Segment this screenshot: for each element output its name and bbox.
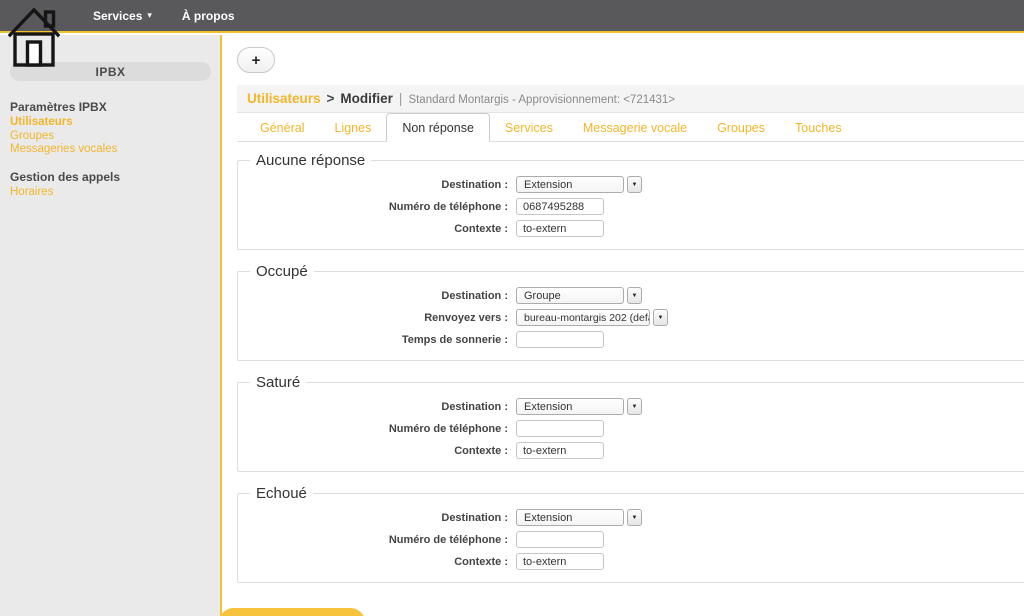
form-row: Numéro de téléphone : — [248, 419, 1024, 438]
destination-select[interactable]: Extension▼ — [516, 176, 642, 193]
tab-services[interactable]: Services — [490, 114, 568, 141]
field-label: Temps de sonnerie : — [248, 334, 516, 346]
tab-messagerie-vocale[interactable]: Messagerie vocale — [568, 114, 702, 141]
sidebar-section-heading: Gestion des appels — [10, 170, 210, 184]
fieldset-congestion: SaturéDestination :Extension▼Numéro de t… — [237, 374, 1024, 472]
field-label: Renvoyez vers : — [248, 312, 516, 324]
tab-touches[interactable]: Touches — [780, 114, 857, 141]
sidebar-item-groupes[interactable]: Groupes — [10, 130, 210, 144]
field-label: Contexte : — [248, 445, 516, 457]
chevron-down-icon: ▼ — [627, 509, 642, 526]
nav-item-services[interactable]: Services ▾ — [78, 0, 167, 31]
form-area: Aucune réponseDestination :Extension▼Num… — [237, 152, 1024, 583]
fieldset-legend: Aucune réponse — [250, 152, 371, 169]
form-row: Destination :Groupe▼ — [248, 286, 1024, 305]
breadcrumb-section-link[interactable]: Utilisateurs — [247, 91, 321, 106]
sidebar-sections: Paramètres IPBX UtilisateursGroupesMessag… — [0, 81, 220, 199]
form-row: Numéro de téléphone : — [248, 197, 1024, 216]
destination-select[interactable]: Groupe▼ — [516, 287, 642, 304]
select-value: bureau-montargis 202 (default) — [516, 309, 650, 326]
fieldset-legend: Saturé — [250, 374, 306, 391]
context-input[interactable] — [516, 442, 604, 459]
add-button[interactable]: + — [237, 47, 275, 73]
home-logo-icon[interactable] — [8, 5, 60, 67]
main-content: + Utilisateurs > Modifier | Standard Mon… — [222, 35, 1024, 616]
field-label: Numéro de téléphone : — [248, 201, 516, 213]
chevron-down-icon: ▼ — [627, 398, 642, 415]
field-label: Contexte : — [248, 556, 516, 568]
tab-bar: GénéralLignesNon réponseServicesMessager… — [237, 113, 1024, 142]
breadcrumb-separator: > — [327, 91, 335, 106]
field-label: Destination : — [248, 512, 516, 524]
chevron-down-icon: ▼ — [627, 176, 642, 193]
context-input[interactable] — [516, 220, 604, 237]
breadcrumb: Utilisateurs > Modifier | Standard Monta… — [237, 85, 1024, 113]
sidebar-title: IPBX — [95, 65, 125, 79]
fieldset-legend: Echoué — [250, 485, 313, 502]
tab-groupes[interactable]: Groupes — [702, 114, 780, 141]
fieldset-no-answer: Aucune réponseDestination :Extension▼Num… — [237, 152, 1024, 250]
breadcrumb-divider: | — [399, 91, 403, 106]
form-row: Destination :Extension▼ — [248, 397, 1024, 416]
select-value: Extension — [516, 176, 624, 193]
destination-select[interactable]: Extension▼ — [516, 509, 642, 526]
form-row: Contexte : — [248, 441, 1024, 460]
breadcrumb-subtitle: Standard Montargis - Approvisionnement: … — [408, 94, 675, 106]
form-row: Contexte : — [248, 552, 1024, 571]
field-label: Numéro de téléphone : — [248, 534, 516, 546]
fieldset-legend: Occupé — [250, 263, 314, 280]
field-label: Destination : — [248, 179, 516, 191]
phone-number-input[interactable] — [516, 420, 604, 437]
breadcrumb-page: Modifier — [340, 91, 393, 106]
field-label: Numéro de téléphone : — [248, 423, 516, 435]
form-row: Renvoyez vers :bureau-montargis 202 (def… — [248, 308, 1024, 327]
fieldset-failed: EchouéDestination :Extension▼Numéro de t… — [237, 485, 1024, 583]
fieldset-busy: OccupéDestination :Groupe▼Renvoyez vers … — [237, 263, 1024, 361]
form-row: Numéro de téléphone : — [248, 530, 1024, 549]
field-label: Destination : — [248, 290, 516, 302]
forward-to-select[interactable]: bureau-montargis 202 (default)▼ — [516, 309, 668, 326]
sidebar-item-utilisateurs[interactable]: Utilisateurs — [10, 116, 210, 130]
form-row: Destination :Extension▼ — [248, 175, 1024, 194]
select-value: Extension — [516, 509, 624, 526]
save-button[interactable]: SAUVEGARDER — [219, 608, 365, 616]
ring-time-input[interactable] — [516, 331, 604, 348]
tab-general[interactable]: Général — [245, 114, 319, 141]
sidebar-item-horaires[interactable]: Horaires — [10, 186, 210, 200]
form-row: Contexte : — [248, 219, 1024, 238]
nav-item-a-propos[interactable]: À propos — [167, 0, 250, 31]
dropdown-caret-icon: ▾ — [147, 11, 152, 20]
field-label: Contexte : — [248, 223, 516, 235]
field-label: Destination : — [248, 401, 516, 413]
select-value: Groupe — [516, 287, 624, 304]
select-value: Extension — [516, 398, 624, 415]
tab-lignes[interactable]: Lignes — [319, 114, 386, 141]
form-row: Destination :Extension▼ — [248, 508, 1024, 527]
phone-number-input[interactable] — [516, 198, 604, 215]
destination-select[interactable]: Extension▼ — [516, 398, 642, 415]
nav-item-label: Services — [93, 9, 142, 23]
sidebar-item-messageries-vocales[interactable]: Messageries vocales — [10, 143, 210, 157]
phone-number-input[interactable] — [516, 531, 604, 548]
plus-icon: + — [252, 52, 261, 69]
form-row: Temps de sonnerie : — [248, 330, 1024, 349]
sidebar-section-heading: Paramètres IPBX — [10, 100, 210, 114]
navbar-menu: Services ▾ À propos — [78, 0, 250, 31]
chevron-down-icon: ▼ — [627, 287, 642, 304]
tab-non-reponse[interactable]: Non réponse — [386, 113, 490, 142]
chevron-down-icon: ▼ — [653, 309, 668, 326]
context-input[interactable] — [516, 553, 604, 570]
nav-item-label: À propos — [182, 9, 235, 23]
top-navbar: Services ▾ À propos — [0, 0, 1024, 33]
sidebar: IPBX Paramètres IPBX UtilisateursGroupesM… — [0, 35, 222, 616]
